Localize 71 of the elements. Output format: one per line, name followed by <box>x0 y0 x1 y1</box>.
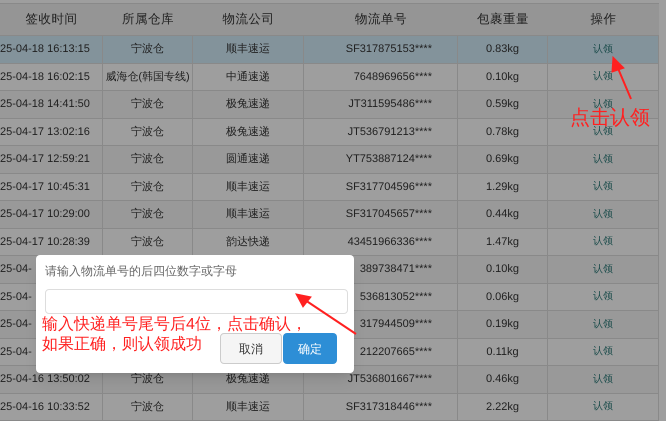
table-cell-text: 0.59kg <box>486 97 520 112</box>
table-cell-text: 宁波仓 <box>131 42 164 57</box>
table-cell-text: 25-04-18 16:02:15 <box>0 70 90 84</box>
table-cell-text: 宁波仓 <box>131 96 164 112</box>
table-cell-text: 25-04-17 10:45:31 <box>0 180 90 194</box>
table-cell-text: 0.10kg <box>486 262 520 277</box>
table-cell-text: 宁波仓 <box>131 400 164 414</box>
table-cell-text: 宁波仓 <box>131 372 164 387</box>
table-cell-text: 0.11kg <box>486 344 519 360</box>
table-cell-text: 1.47kg <box>486 234 520 250</box>
table-cell-text: 0.83kg <box>486 42 520 57</box>
table-cell-text: 韵达快递 <box>226 234 270 250</box>
table-cell-text: 0.69kg <box>486 152 520 167</box>
table-cell-text: 43451966336**** <box>348 234 432 250</box>
table-cell-text: 25-04-17 10:28:39 <box>0 234 90 250</box>
table-cell-text: 极兔速递 <box>226 372 270 387</box>
table-cell-text: 宁波仓 <box>131 206 164 222</box>
table-cell-text: JT311595486**** <box>348 97 432 112</box>
table-cell-text: 顺丰速运 <box>226 42 270 57</box>
table-cell-text: SF317318446**** <box>346 400 432 414</box>
dialog-prompt: 请输入物流单号的后四位数字或字母 <box>45 263 238 279</box>
table-cell-text: 顺丰速运 <box>226 400 270 414</box>
table-cell-text: 25-04-17 12:59:21 <box>0 152 90 167</box>
table-cell-text: JT536791213**** <box>348 124 432 140</box>
table-cell-text: 中通速递 <box>226 70 270 84</box>
table-cell-text: 25-04-16 13:50:02 <box>0 372 90 387</box>
table-cell-text: 0.78kg <box>486 124 520 140</box>
table-cell-text: 25-04-17 13:02:16 <box>0 124 90 140</box>
table-cell-text: 25-04-18 14:41:50 <box>0 97 90 112</box>
table-cell-text: JT536801667**** <box>348 372 432 387</box>
table-cell-text: 25-04-17 10:29:00 <box>0 207 90 222</box>
table-cell-text: SF317704596**** <box>346 180 432 194</box>
column-header: 操作 <box>590 12 616 26</box>
table-cell-text: 25-04-18 16:13:15 <box>0 42 90 57</box>
table-cell-text: 0.46kg <box>486 372 520 387</box>
table-cell-text: 1.29kg <box>486 180 520 194</box>
table-cell-text: 0.06kg <box>486 290 520 304</box>
table-cell-text: 圆通速递 <box>226 152 270 167</box>
column-header: 物流单号 <box>355 12 407 26</box>
table-cell-text: SF317045657**** <box>346 207 432 222</box>
column-header: 签收时间 <box>26 12 78 26</box>
table-cell-text: 25-04- <box>0 262 32 277</box>
table-cell-text: 212207665**** <box>360 344 432 360</box>
table-cell-text: 宁波仓 <box>131 234 164 250</box>
annotation-text: 输入快递单号尾号后4位，点击确认， <box>42 315 307 335</box>
table-cell-text: 7648969656**** <box>354 70 432 84</box>
table-cell-text: 宁波仓 <box>131 180 164 194</box>
table-cell-text: 极兔速递 <box>226 96 270 112</box>
table-cell-text: 25-04- <box>0 290 32 304</box>
column-header: 所属仓库 <box>122 12 174 26</box>
table-cell-text: 536813052**** <box>360 290 432 304</box>
table-cell-text: 0.44kg <box>486 207 520 222</box>
table-cell-text: 顺丰速运 <box>226 207 270 222</box>
table-cell-text: 25-04- <box>0 317 32 332</box>
table-cell-text: 0.19kg <box>486 317 520 332</box>
annotation-text: 如果正确，则认领成功 <box>42 335 202 355</box>
column-header: 包裹重量 <box>477 12 529 26</box>
table-cell-text: 宁波仓 <box>131 124 164 140</box>
table-cell-text: 389738471**** <box>360 262 432 277</box>
table-cell-text: 25-04- <box>0 344 32 360</box>
table-cell-text: 0.10kg <box>486 70 520 84</box>
column-header: 物流公司 <box>222 12 274 26</box>
table-cell-text: 极兔速递 <box>226 124 270 140</box>
table-cell-text: 2.22kg <box>486 400 520 414</box>
table-cell-text: YT753887124**** <box>346 152 432 167</box>
table-cell-text: 宁波仓 <box>131 152 164 167</box>
table-cell-text: 317944509**** <box>360 317 432 332</box>
table-cell-text: 25-04-16 10:33:52 <box>0 400 90 414</box>
table-cell-text: 顺丰速运 <box>226 180 270 194</box>
table-cell-text: 威海仓(韩国专线) <box>105 70 190 84</box>
table-cell-text: SF317875153**** <box>346 42 432 57</box>
